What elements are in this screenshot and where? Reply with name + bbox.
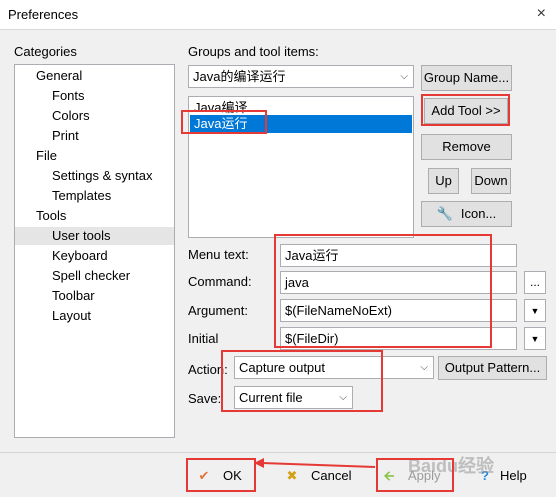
menu-text-label: Menu text: xyxy=(188,247,249,262)
triangle-down-icon: ▼ xyxy=(530,306,540,316)
tree-item-templates[interactable]: Templates xyxy=(52,187,111,205)
initial-field[interactable]: $(FileDir) xyxy=(280,327,517,350)
tree-item-spell-checker[interactable]: Spell checker xyxy=(52,267,130,285)
ok-button[interactable]: ✔ OK xyxy=(193,460,253,494)
categories-label: Categories xyxy=(14,44,77,59)
argument-menu-button[interactable]: ▼ xyxy=(524,299,546,322)
close-icon[interactable]: × xyxy=(537,5,546,23)
cancel-button[interactable]: ✖ Cancel xyxy=(281,460,361,494)
tool-items-list[interactable]: Java编译 Java运行 xyxy=(188,96,414,238)
tree-item-settings-syntax[interactable]: Settings & syntax xyxy=(52,167,152,185)
output-pattern-button[interactable]: Output Pattern... xyxy=(438,356,547,380)
menu-text-field[interactable]: Java运行 xyxy=(280,244,517,267)
action-select-value: Capture output xyxy=(239,360,326,375)
command-browse-button[interactable]: ... xyxy=(524,271,546,294)
tree-item-toolbar[interactable]: Toolbar xyxy=(52,287,95,305)
tree-item-colors[interactable]: Colors xyxy=(52,107,90,125)
tree-item-file[interactable]: File xyxy=(36,147,57,165)
tree-item-keyboard[interactable]: Keyboard xyxy=(52,247,108,265)
cancel-button-label: Cancel xyxy=(311,468,352,483)
icon-button-label: Icon... xyxy=(460,206,497,221)
x-mark-icon: ✖ xyxy=(286,468,298,483)
groups-label: Groups and tool items: xyxy=(188,44,319,59)
save-label: Save: xyxy=(188,391,222,406)
icon-button[interactable]: 🔧 Icon... xyxy=(421,201,512,227)
tree-item-tools[interactable]: Tools xyxy=(36,207,66,225)
argument-label: Argument: xyxy=(188,303,248,318)
categories-tree[interactable]: General Fonts Colors Print File Settings… xyxy=(14,64,175,438)
tree-item-user-tools[interactable]: User tools xyxy=(15,227,174,245)
triangle-down-icon: ▼ xyxy=(530,334,540,344)
chevron-down-icon: ⌵ xyxy=(400,71,408,82)
tree-item-general[interactable]: General xyxy=(36,67,82,85)
up-button[interactable]: Up xyxy=(428,168,459,194)
initial-menu-button[interactable]: ▼ xyxy=(524,327,546,350)
action-label: Action: xyxy=(188,362,228,377)
tree-item-layout[interactable]: Layout xyxy=(52,307,91,325)
group-select-value: Java的编译运行 xyxy=(193,69,286,84)
tree-item-print[interactable]: Print xyxy=(52,127,79,145)
command-field[interactable]: java xyxy=(280,271,517,294)
argument-field[interactable]: $(FileNameNoExt) xyxy=(280,299,517,322)
ok-button-label: OK xyxy=(223,468,242,483)
window-title: Preferences xyxy=(8,7,79,22)
tree-item-fonts[interactable]: Fonts xyxy=(52,87,85,105)
down-button[interactable]: Down xyxy=(471,168,511,194)
chevron-down-icon: ⌵ xyxy=(339,392,347,403)
arrow-left-icon: 🡨 xyxy=(383,468,395,483)
remove-button[interactable]: Remove xyxy=(421,134,512,160)
initial-label: Initial xyxy=(188,331,219,346)
title-bar xyxy=(0,0,556,30)
action-select[interactable]: Capture output ⌵ xyxy=(234,356,434,379)
wrench-icon: 🔧 xyxy=(436,206,453,221)
help-button-label: Help xyxy=(500,468,527,483)
command-label: Command: xyxy=(188,274,252,289)
group-select[interactable]: Java的编译运行 ⌵ xyxy=(188,65,414,88)
watermark-logo: Baidu经验 xyxy=(408,456,495,476)
save-select[interactable]: Current file ⌵ xyxy=(234,386,353,409)
save-select-value: Current file xyxy=(239,390,303,405)
chevron-down-icon: ⌵ xyxy=(420,362,428,373)
list-item-selected[interactable]: Java运行 xyxy=(190,115,412,133)
group-name-button[interactable]: Group Name... xyxy=(421,65,512,91)
add-tool-button[interactable]: Add Tool >> xyxy=(424,98,508,124)
checkmark-icon: ✔ xyxy=(198,468,210,483)
